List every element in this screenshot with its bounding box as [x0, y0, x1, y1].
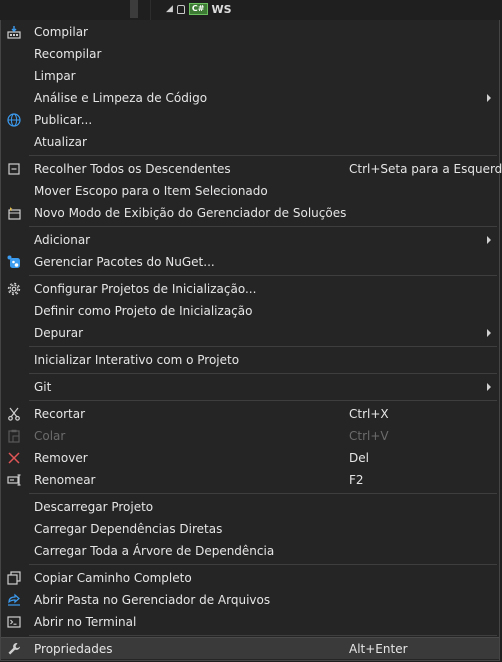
scissors-icon [6, 406, 22, 422]
menu-item-label: Mover Escopo para o Item Selecionado [34, 184, 268, 198]
menu-item-label: Colar [34, 429, 66, 443]
context-menu: Compilar Recompilar Limpar Análise e Lim… [0, 20, 502, 661]
menu-item-shortcut: Ctrl+X [349, 407, 389, 421]
menu-item-shortcut: F2 [349, 473, 364, 487]
menu-item-label: Gerenciar Pacotes do NuGet... [34, 255, 215, 269]
menu-item-label: Abrir no Terminal [34, 615, 137, 629]
menu-item-label: Limpar [34, 69, 76, 83]
menu-item-label: Inicializar Interativo com o Projeto [34, 353, 240, 367]
menu-item-label: Carregar Dependências Diretas [34, 522, 223, 536]
menu-item-label: Análise e Limpeza de Código [34, 91, 208, 105]
menu-separator [29, 346, 497, 347]
expand-arrow-icon[interactable]: ◢ [166, 4, 173, 14]
menu-item-label: Copiar Caminho Completo [34, 571, 192, 585]
menu-item-label: Abrir Pasta no Gerenciador de Arquivos [34, 593, 271, 607]
menu-item-label: Recolher Todos os Descendentes [34, 162, 231, 176]
menu-item-label: Renomear [34, 473, 96, 487]
menu-item-label: Publicar... [34, 113, 93, 127]
menu-item-label: Git [34, 380, 52, 394]
project-tree-node[interactable]: ◢ C# WS [166, 2, 232, 16]
menu-item-shortcut: Ctrl+Seta para a Esquerda [349, 162, 502, 176]
menu-item-remover[interactable]: Remover Del [1, 447, 499, 469]
submenu-arrow-icon [487, 383, 491, 391]
menu-separator [29, 400, 497, 401]
open-folder-arrow-icon [6, 592, 22, 608]
menu-item-renomear[interactable]: Renomear F2 [1, 469, 499, 491]
menu-item-mover-escopo[interactable]: Mover Escopo para o Item Selecionado [1, 180, 499, 202]
menu-item-shortcut: Alt+Enter [349, 642, 408, 656]
lock-icon [176, 4, 185, 14]
rename-icon [6, 472, 22, 488]
build-icon [6, 24, 22, 40]
submenu-arrow-icon [487, 329, 491, 337]
menu-item-recortar[interactable]: Recortar Ctrl+X [1, 403, 499, 425]
project-name: WS [211, 2, 232, 16]
menu-item-shortcut: Ctrl+V [349, 429, 389, 443]
menu-separator [29, 564, 497, 565]
menu-item-definir-inicializacao[interactable]: Definir como Projeto de Inicialização [1, 300, 499, 322]
menu-item-novo-modo-exibicao[interactable]: Novo Modo de Exibição do Gerenciador de … [1, 202, 499, 224]
menu-item-propriedades[interactable]: Propriedades Alt+Enter [1, 637, 499, 659]
menu-item-adicionar[interactable]: Adicionar [1, 229, 499, 251]
globe-publish-icon [6, 112, 22, 128]
menu-item-recolher-todos[interactable]: Recolher Todos os Descendentes Ctrl+Seta… [1, 158, 502, 180]
menu-item-label: Recompilar [34, 47, 102, 61]
menu-item-label: Propriedades [34, 642, 113, 656]
menu-item-descarregar-projeto[interactable]: Descarregar Projeto [1, 496, 499, 518]
submenu-arrow-icon [487, 236, 491, 244]
menu-separator [29, 373, 497, 374]
menu-item-abrir-pasta[interactable]: Abrir Pasta no Gerenciador de Arquivos [1, 589, 499, 611]
menu-item-label: Remover [34, 451, 88, 465]
nuget-icon [6, 254, 22, 270]
menu-item-label: Atualizar [34, 135, 87, 149]
collapse-all-icon [6, 161, 22, 177]
menu-item-analise-limpeza[interactable]: Análise e Limpeza de Código [1, 87, 499, 109]
terminal-icon [6, 614, 22, 630]
csharp-project-icon: C# [188, 3, 208, 15]
menu-item-abrir-terminal[interactable]: Abrir no Terminal [1, 611, 499, 633]
menu-separator [29, 493, 497, 494]
menu-item-label: Configurar Projetos de Inicialização... [34, 282, 257, 296]
menu-item-label: Adicionar [34, 233, 91, 247]
menu-item-label: Descarregar Projeto [34, 500, 154, 514]
menu-item-compilar[interactable]: Compilar [1, 21, 499, 43]
menu-item-label: Compilar [34, 25, 88, 39]
menu-item-carregar-dependencias-diretas[interactable]: Carregar Dependências Diretas [1, 518, 499, 540]
menu-item-configurar-projetos[interactable]: Configurar Projetos de Inicialização... [1, 278, 499, 300]
menu-item-carregar-arvore-dependencia[interactable]: Carregar Toda a Árvore de Dependência [1, 540, 499, 562]
wrench-icon [6, 641, 22, 657]
menu-separator [29, 275, 497, 276]
gear-icon [6, 281, 22, 297]
solution-explorer-background: ◢ C# WS [0, 0, 502, 20]
menu-separator [29, 226, 497, 227]
paste-icon [6, 428, 22, 444]
menu-item-copiar-caminho[interactable]: Copiar Caminho Completo [1, 567, 499, 589]
menu-item-label: Depurar [34, 326, 84, 340]
menu-item-label: Carregar Toda a Árvore de Dependência [34, 544, 275, 558]
menu-separator [29, 155, 497, 156]
scrollbar-thumb[interactable] [130, 0, 138, 18]
menu-item-label: Recortar [34, 407, 86, 421]
menu-item-limpar[interactable]: Limpar [1, 65, 499, 87]
new-view-icon [6, 205, 22, 221]
menu-item-colar[interactable]: Colar Ctrl+V [1, 425, 499, 447]
menu-item-label: Definir como Projeto de Inicialização [34, 304, 253, 318]
menu-separator [29, 635, 497, 636]
menu-item-depurar[interactable]: Depurar [1, 322, 499, 344]
menu-item-shortcut: Del [349, 451, 369, 465]
submenu-arrow-icon [487, 94, 491, 102]
menu-item-atualizar[interactable]: Atualizar [1, 131, 499, 153]
menu-item-git[interactable]: Git [1, 376, 499, 398]
menu-item-publicar[interactable]: Publicar... [1, 109, 499, 131]
remove-x-icon [6, 450, 22, 466]
menu-item-label: Novo Modo de Exibição do Gerenciador de … [34, 206, 347, 220]
panel-divider [150, 0, 151, 20]
menu-item-gerenciar-nuget[interactable]: Gerenciar Pacotes do NuGet... [1, 251, 499, 273]
copy-icon [6, 570, 22, 586]
menu-item-recompilar[interactable]: Recompilar [1, 43, 499, 65]
menu-item-inicializar-interativo[interactable]: Inicializar Interativo com o Projeto [1, 349, 499, 371]
